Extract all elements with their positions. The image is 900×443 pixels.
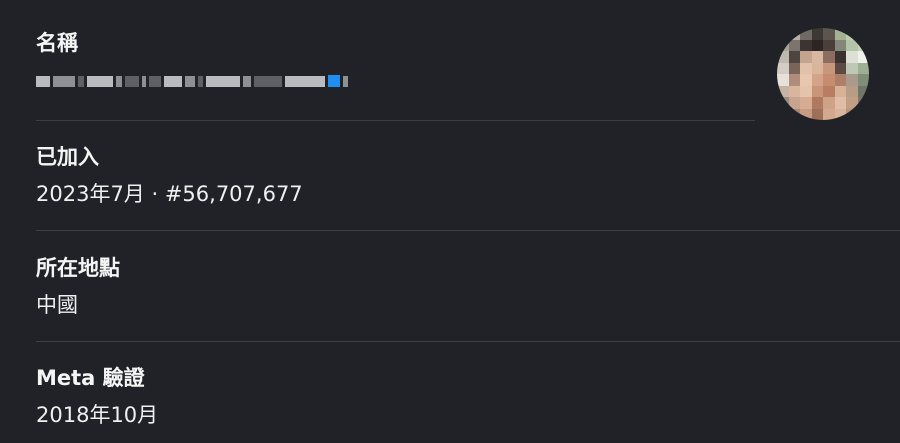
name-value-redacted: [36, 70, 438, 92]
meta-verified-value: 2018年10月: [36, 403, 159, 427]
divider: [36, 120, 755, 121]
meta-verified-label: Meta 驗證: [36, 366, 145, 390]
joined-label: 已加入: [36, 145, 99, 169]
profile-avatar[interactable]: [777, 28, 869, 120]
location-label: 所在地點: [36, 256, 120, 280]
location-value: 中國: [36, 293, 78, 317]
name-label: 名稱: [36, 31, 78, 55]
divider: [36, 341, 900, 342]
profile-about-panel: 名稱 已加入 2023年7月 · #56,707,677 所在地點 中國 Met…: [0, 0, 900, 443]
verified-badge-icon: [328, 75, 340, 87]
joined-value: 2023年7月 · #56,707,677: [36, 182, 303, 206]
divider: [36, 230, 900, 231]
